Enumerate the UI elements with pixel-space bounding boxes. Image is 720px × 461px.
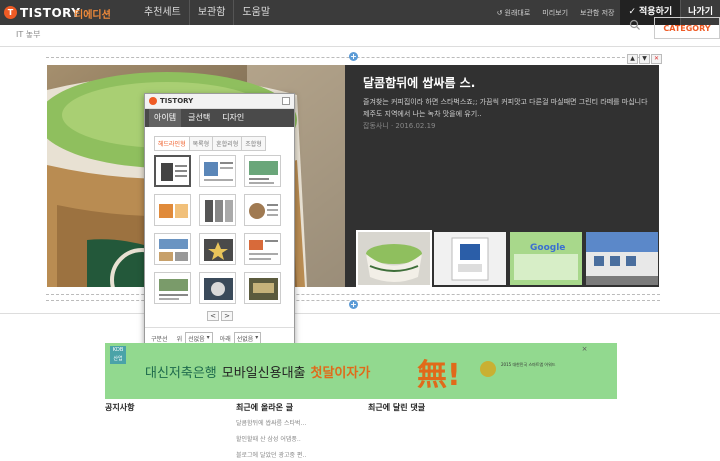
thumbnail-strip: Google [356,230,658,287]
ad-copy: 대신저축은행 모바일신용대출 첫달이자가 [145,362,370,381]
minimize-icon[interactable] [282,97,290,105]
preview-button[interactable]: 미리보기 [536,8,574,18]
subtab-combo[interactable]: 조합형 [241,136,266,151]
top-nav: 추천세트 보관함 도움말 [136,0,278,25]
layout-option[interactable] [154,272,191,304]
nav-recommended-set[interactable]: 추천세트 [136,0,189,25]
layout-option[interactable] [154,194,191,226]
panel-logo-icon [149,97,157,105]
layout-option[interactable] [199,233,236,265]
tab-post-select[interactable]: 글선택 [183,109,215,127]
tistory-logo[interactable]: T TISTORY [4,4,80,21]
item-panel: TISTORY 아이템 글선택 디자인 헤드라인형 목록형 혼합리형 조합형 <… [144,93,295,351]
header-divider [0,46,720,47]
tistory-logo-icon: T [4,6,17,19]
subtab-headline[interactable]: 헤드라인형 [154,136,190,151]
nav-help[interactable]: 도움말 [233,0,278,25]
thumbnail-2[interactable] [434,232,506,285]
chevron-down-icon: ▾ [255,334,259,341]
thumbnail-3[interactable]: Google [510,232,582,285]
tab-item[interactable]: 아이템 [149,109,182,127]
bottom-divider-label: 아래 [219,336,231,343]
thumbnail-4[interactable] [586,232,658,285]
featured-title[interactable]: 달콤함뒤에 쌉싸름 스. [363,74,475,91]
ad-banner[interactable]: KDB 산업 대신저축은행 모바일신용대출 첫달이자가 無! 2015 대한민국… [105,343,617,399]
content-divider [0,313,720,314]
ad-badge: KDB 산업 [110,346,126,364]
edition-label: 티에디션 [74,10,111,21]
top-divider-value: 선없음 [188,336,205,343]
panel-pager: < > [207,311,233,321]
panel-logo-text: TISTORY [160,97,194,105]
ad-emphasis: 無! [417,358,461,393]
featured-meta: 잡동사니 · 2016.02.19 [363,122,436,130]
save-to-storage-button[interactable]: 보관함 저장 [574,8,620,18]
recent-comments-title: 최근에 달린 댓글 [368,403,426,412]
move-up-icon[interactable]: ▲ [627,54,638,64]
ad-offer: 첫달이자가 [310,366,371,381]
ad-award-text: 2015 대한민국 스마트앱 어워드 [501,362,556,367]
layout-option[interactable] [199,194,236,226]
module-bottom-guide [46,294,660,295]
revert-label: 원래대로 [504,8,531,17]
add-module-bottom-icon[interactable]: + [349,300,358,309]
close-icon[interactable]: × [580,345,589,354]
blog-name[interactable]: IT 놓부 [16,29,41,40]
panel-header[interactable]: TISTORY [145,94,294,109]
featured-description: 즐겨찾는 커피집이라 하면 스타벅스죠;; 가끔씩 커피맛고 다른걸 마실때면 … [363,98,648,118]
bottom-divider-value: 선없음 [236,336,254,343]
move-down-icon[interactable]: ▼ [639,54,650,64]
layout-option[interactable] [199,272,236,304]
tab-design[interactable]: 디자인 [217,109,249,127]
top-divider-label: 위 [176,336,183,343]
layout-option[interactable] [244,155,281,187]
logo-text: TISTORY [20,5,81,20]
award-icon [480,361,496,377]
layout-option[interactable] [199,155,236,187]
panel-tabs: 아이템 글선택 디자인 [145,109,294,127]
revert-button[interactable]: ↺ 원래대로 [491,8,537,18]
recent-post-link[interactable]: 달콤함뒤에 쌉싸름 스타벅... [236,418,306,427]
recent-posts-title: 최근에 올라온 글 [236,403,294,412]
layout-option[interactable] [244,194,281,226]
ad-award: 2015 대한민국 스마트앱 어워드 [480,359,560,383]
subtab-mixed[interactable]: 혼합리형 [212,136,243,151]
layout-option[interactable] [154,155,191,187]
panel-subtabs: 헤드라인형 목록형 혼합리형 조합형 [154,136,266,151]
thumbnail-3-label: Google [530,243,566,253]
recent-post-link[interactable]: 블로그에 달았던 광고중 편.. [236,450,306,459]
category-button[interactable]: CATEGORY [654,17,720,39]
add-module-top-icon[interactable]: + [349,52,358,61]
ad-bank-name: 대신저축은행 [145,366,217,381]
subtab-list[interactable]: 목록형 [188,136,214,151]
next-page-button[interactable]: > [221,311,233,321]
thumbnail-1[interactable] [356,230,432,287]
delete-module-icon[interactable]: ✕ [651,54,662,64]
layout-option[interactable] [154,233,191,265]
top-bar: T TISTORY 티에디션 추천세트 보관함 도움말 ↺ 원래대로 미리보기 … [0,0,720,25]
layout-grid [154,155,281,304]
notice-title: 공지사항 [105,403,135,412]
search-icon[interactable] [622,18,648,36]
revert-icon: ↺ [496,8,503,17]
layout-option[interactable] [244,272,281,304]
prev-page-button[interactable]: < [207,311,219,321]
layout-option[interactable] [244,233,281,265]
recent-post-link[interactable]: 할인할때 산 삼성 어댑풍.. [236,434,301,443]
ad-product: 모바일신용대출 [221,366,306,381]
nav-storage[interactable]: 보관함 [188,0,234,25]
chevron-down-icon: ▾ [206,334,210,341]
divider-label: 구분선 [151,336,168,343]
